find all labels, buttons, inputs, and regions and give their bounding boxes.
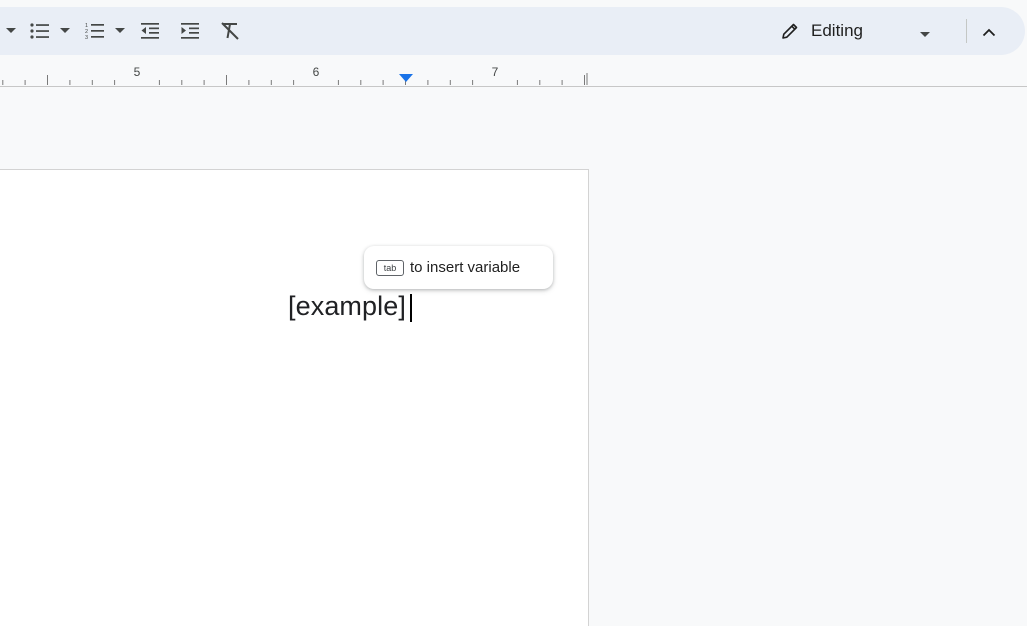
caret-down-icon xyxy=(115,28,125,33)
caret-down-icon xyxy=(920,32,930,37)
editing-mode-label: Editing xyxy=(811,21,863,40)
bulleted-list-options-button[interactable] xyxy=(59,19,71,43)
editing-mode-caret[interactable] xyxy=(920,25,930,43)
ruler-number: 6 xyxy=(312,65,320,79)
tab-key-icon: tab xyxy=(376,259,404,276)
numbered-list-button[interactable]: 1 2 3 xyxy=(83,19,107,43)
chevron-up-icon xyxy=(982,28,996,37)
triangle-down-icon xyxy=(399,74,413,82)
horizontal-ruler[interactable]: 5 6 7 xyxy=(0,62,1027,87)
clear-formatting-icon xyxy=(221,22,239,40)
ruler-number: 5 xyxy=(133,65,141,79)
insert-variable-hint-text: to insert variable xyxy=(410,259,521,276)
pencil-icon xyxy=(782,23,798,39)
clear-formatting-button[interactable] xyxy=(218,19,242,43)
bulleted-list-icon xyxy=(30,23,49,39)
previous-menu-caret-button[interactable] xyxy=(4,19,18,43)
decrease-indent-icon xyxy=(141,23,159,39)
increase-indent-button[interactable] xyxy=(178,19,202,43)
document-page[interactable]: [example] xyxy=(0,169,589,626)
text-cursor xyxy=(410,294,412,322)
insert-variable-hint: tab to insert variable xyxy=(364,246,553,289)
ruler-number: 7 xyxy=(491,65,499,79)
decrease-indent-button[interactable] xyxy=(138,19,162,43)
ruler-ticks xyxy=(2,73,588,85)
document-text[interactable]: [example] xyxy=(288,291,406,322)
formatting-toolbar: 1 2 3 Editing xyxy=(0,7,1025,55)
hide-menus-button[interactable] xyxy=(982,24,996,42)
caret-down-icon xyxy=(6,28,16,33)
toolbar-divider xyxy=(966,19,967,43)
numbered-list-options-button[interactable] xyxy=(114,19,126,43)
svg-text:3: 3 xyxy=(85,35,88,40)
docs-editor: 1 2 3 Editing 5 6 7 [example] tab to ins… xyxy=(0,0,1027,626)
editing-mode-button[interactable]: Editing xyxy=(781,15,863,47)
caret-down-icon xyxy=(60,28,70,33)
numbered-list-icon: 1 2 3 xyxy=(85,23,104,40)
bulleted-list-button[interactable] xyxy=(28,19,52,43)
increase-indent-icon xyxy=(181,23,199,39)
